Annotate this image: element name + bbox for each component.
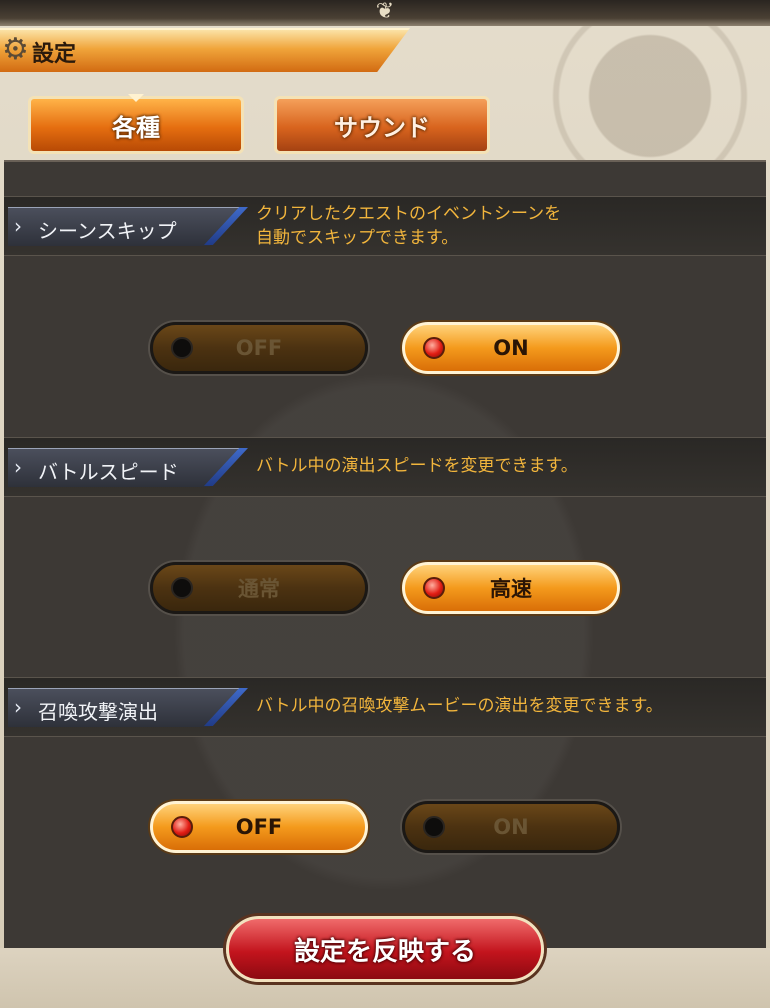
toggle-label: ON [493, 815, 529, 839]
section-scene-skip-description: クリアしたクエストのイベントシーンを 自動でスキップできます。 [256, 202, 561, 250]
toggle-label: 高速 [490, 577, 532, 601]
description-line: バトル中の演出スピードを変更できます。 [256, 456, 578, 476]
battle-speed-normal-toggle[interactable]: 通常 [150, 562, 368, 614]
section-label-box: › 召喚攻撃演出 [8, 688, 242, 727]
header-bar: ⚙ 設定 [0, 28, 410, 72]
top-frame: ❦ [0, 0, 770, 28]
description-line: バトル中の召喚攻撃ムービーの演出を変更できます。 [256, 696, 663, 716]
section-summon-effects-label: 召喚攻撃演出 [38, 700, 158, 724]
section-scene-skip-label: シーンスキップ [38, 219, 177, 243]
section-battle-speed-header: › バトルスピード バトル中の演出スピードを変更できます。 [4, 437, 766, 497]
tab-general-label: 各種 [112, 113, 160, 142]
radio-indicator-icon [423, 337, 445, 359]
summon-effects-on-toggle[interactable]: ON [402, 801, 620, 853]
scene-skip-on-toggle[interactable]: ON [402, 322, 620, 374]
chevron-right-icon: › [14, 695, 22, 719]
toggle-label: 通常 [238, 577, 280, 601]
apply-settings-label: 設定を反映する [293, 936, 476, 967]
tab-sound[interactable]: サウンド [274, 96, 490, 154]
radio-indicator-icon [171, 337, 193, 359]
radio-indicator-icon [423, 816, 445, 838]
section-label-box: › バトルスピード [8, 448, 242, 487]
section-battle-speed-label: バトルスピード [38, 460, 179, 484]
scene-skip-off-toggle[interactable]: OFF [150, 322, 368, 374]
section-summon-effects-description: バトル中の召喚攻撃ムービーの演出を変更できます。 [256, 694, 663, 718]
battle-speed-fast-toggle[interactable]: 高速 [402, 562, 620, 614]
description-line: クリアしたクエストのイベントシーンを [256, 204, 562, 224]
toggle-label: OFF [235, 815, 283, 839]
apply-settings-button[interactable]: 設定を反映する [226, 916, 544, 982]
chevron-right-icon: › [14, 455, 22, 479]
page-title: 設定 [32, 42, 77, 67]
summon-effects-off-toggle[interactable]: OFF [150, 801, 368, 853]
toggle-label: ON [493, 336, 529, 360]
settings-panel [4, 160, 766, 950]
section-scene-skip-header: › シーンスキップ クリアしたクエストのイベントシーンを 自動でスキップできます… [4, 196, 766, 256]
radio-indicator-icon [171, 816, 193, 838]
tab-sound-label: サウンド [334, 113, 430, 142]
gear-icon: ⚙ [2, 32, 29, 67]
radio-indicator-icon [171, 577, 193, 599]
section-summon-effects-header: › 召喚攻撃演出 バトル中の召喚攻撃ムービーの演出を変更できます。 [4, 677, 766, 737]
radio-indicator-icon [423, 577, 445, 599]
ornament-icon: ❦ [375, 0, 395, 24]
section-battle-speed-description: バトル中の演出スピードを変更できます。 [256, 454, 578, 478]
tab-general[interactable]: 各種 [28, 94, 244, 154]
toggle-label: OFF [235, 336, 283, 360]
description-line: 自動でスキップできます。 [256, 228, 459, 248]
section-label-box: › シーンスキップ [8, 207, 242, 246]
chevron-right-icon: › [14, 214, 22, 238]
